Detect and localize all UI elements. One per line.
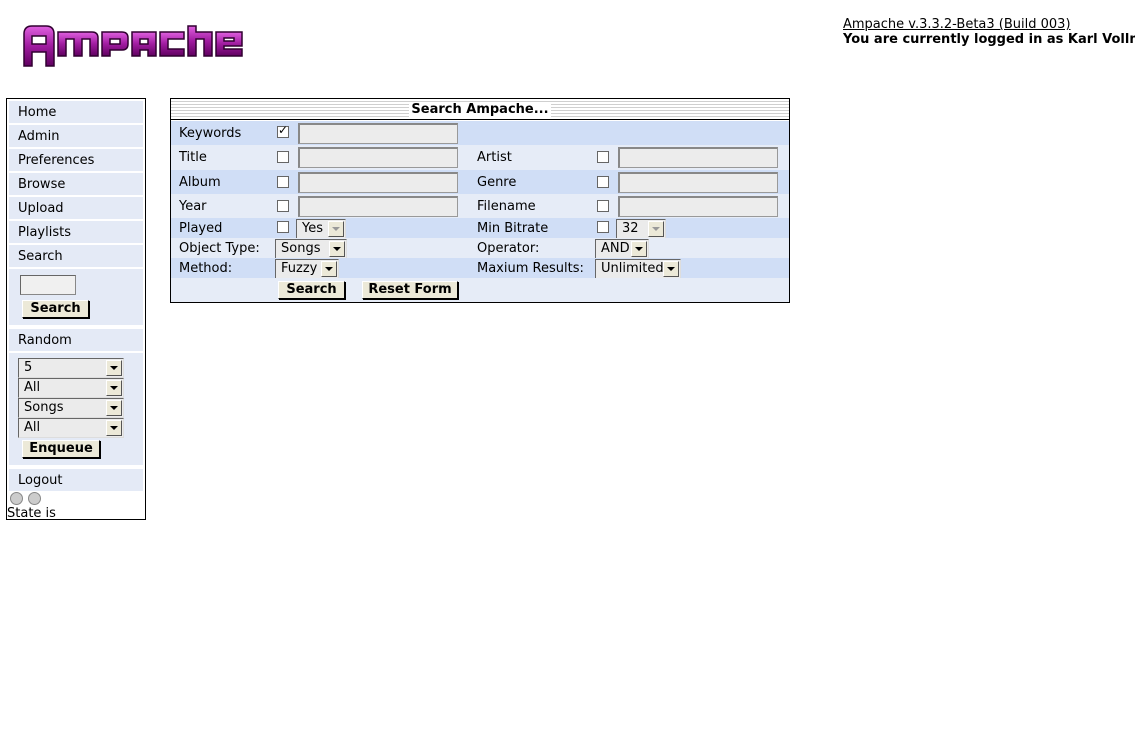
chevron-down-icon [106, 360, 122, 376]
played-bitrate-row: Played Yes Min Bitrate 32 [171, 218, 789, 239]
sidebar-search-button[interactable]: Search [22, 300, 89, 318]
random-genre-select[interactable]: All [18, 378, 124, 398]
buttons-row: Search Reset Form [171, 278, 789, 302]
sidebar-item-home[interactable]: Home [9, 101, 143, 125]
chevron-down-icon [106, 380, 122, 396]
method-results-row: Method: Fuzzy Maxium Results: Unlimited [171, 258, 789, 279]
title-label: Title [179, 150, 207, 165]
sidebar-item-logout[interactable]: Logout [9, 469, 143, 493]
album-genre-row: Album Genre [171, 170, 789, 194]
version-link[interactable]: Ampache v.3.3.2-Beta3 (Build 003) [843, 17, 1135, 32]
year-label: Year [179, 199, 207, 214]
filename-label: Filename [477, 199, 536, 214]
year-input[interactable] [298, 196, 458, 217]
search-panel: Search Ampache... Keywords Title Artist … [170, 98, 790, 303]
panel-title: Search Ampache... [409, 102, 551, 117]
sidebar-item-label: Home [18, 105, 57, 120]
object-operator-row: Object Type: Songs Operator: AND [171, 238, 789, 259]
enqueue-button[interactable]: Enqueue [22, 440, 100, 458]
sidebar-item-label: Admin [18, 129, 60, 144]
chevron-down-icon [329, 241, 345, 257]
random-count-select[interactable]: 5 [18, 358, 124, 378]
sidebar-search-input[interactable] [20, 275, 76, 295]
album-label: Album [179, 175, 221, 190]
genre-input[interactable] [618, 172, 778, 193]
chevron-down-icon [648, 221, 664, 237]
sidebar-item-playlists[interactable]: Playlists [9, 221, 143, 245]
chevron-down-icon [663, 261, 679, 277]
header-info: Ampache v.3.3.2-Beta3 (Build 003) You ar… [843, 17, 1135, 47]
played-checkbox[interactable] [277, 221, 289, 233]
sidebar-item-label: Logout [18, 473, 63, 488]
artist-input[interactable] [618, 147, 778, 168]
album-input[interactable] [298, 172, 458, 193]
sidebar-item-preferences[interactable]: Preferences [9, 149, 143, 173]
sidebar-item-label: Search [18, 249, 63, 264]
random-catalog-select[interactable]: All [18, 418, 124, 438]
sidebar-item-search[interactable]: Search [9, 245, 143, 269]
login-status: You are currently logged in as Karl Voll… [843, 32, 1135, 47]
max-results-label: Maxium Results: [477, 261, 584, 276]
chevron-down-icon [106, 400, 122, 416]
sidebar-item-admin[interactable]: Admin [9, 125, 143, 149]
played-select[interactable]: Yes [296, 219, 346, 239]
year-filename-row: Year Filename [171, 194, 789, 218]
played-label: Played [179, 221, 223, 236]
chevron-down-icon [321, 261, 337, 277]
operator-label: Operator: [477, 241, 540, 256]
keywords-row: Keywords [171, 121, 789, 145]
sidebar-item-browse[interactable]: Browse [9, 173, 143, 197]
method-label: Method: [179, 261, 233, 276]
sidebar-item-label: Browse [18, 177, 66, 192]
method-select[interactable]: Fuzzy [275, 259, 339, 279]
sidebar: Home Admin Preferences Browse Upload Pla… [6, 98, 146, 521]
sidebar-item-upload[interactable]: Upload [9, 197, 143, 221]
random-type-select[interactable]: Songs [18, 398, 124, 418]
min-bitrate-checkbox[interactable] [597, 221, 609, 233]
sidebar-item-label: Preferences [18, 153, 95, 168]
chevron-down-icon [631, 241, 647, 257]
chevron-down-icon [106, 420, 122, 436]
artist-label: Artist [477, 150, 512, 165]
sidebar-item-label: Playlists [18, 225, 71, 240]
title-checkbox[interactable] [277, 151, 289, 163]
operator-select[interactable]: AND [595, 239, 649, 259]
sidebar-item-label: Random [18, 333, 72, 348]
keywords-input[interactable] [298, 123, 458, 144]
player-state: State is [7, 506, 56, 521]
search-button[interactable]: Search [278, 281, 345, 299]
max-results-select[interactable]: Unlimited [595, 259, 681, 279]
min-bitrate-label: Min Bitrate [477, 221, 549, 236]
chevron-down-icon [328, 221, 344, 237]
title-artist-row: Title Artist [171, 145, 789, 170]
title-input[interactable] [298, 147, 458, 168]
genre-label: Genre [477, 175, 517, 190]
sidebar-item-label: Upload [18, 201, 64, 216]
min-bitrate-select[interactable]: 32 [616, 219, 666, 239]
year-checkbox[interactable] [277, 200, 289, 212]
keywords-checkbox[interactable] [277, 123, 289, 138]
play-icon[interactable] [28, 492, 41, 505]
stop-icon[interactable] [10, 492, 23, 505]
reset-form-button[interactable]: Reset Form [362, 281, 458, 299]
artist-checkbox[interactable] [597, 151, 609, 163]
sidebar-item-random[interactable]: Random [9, 329, 143, 353]
ampache-logo [22, 22, 250, 70]
keywords-label: Keywords [179, 126, 242, 141]
filename-input[interactable] [618, 196, 778, 217]
filename-checkbox[interactable] [597, 200, 609, 212]
panel-header: Search Ampache... [171, 99, 789, 120]
album-checkbox[interactable] [277, 176, 289, 188]
genre-checkbox[interactable] [597, 176, 609, 188]
object-type-label: Object Type: [179, 241, 260, 256]
object-type-select[interactable]: Songs [275, 239, 347, 259]
